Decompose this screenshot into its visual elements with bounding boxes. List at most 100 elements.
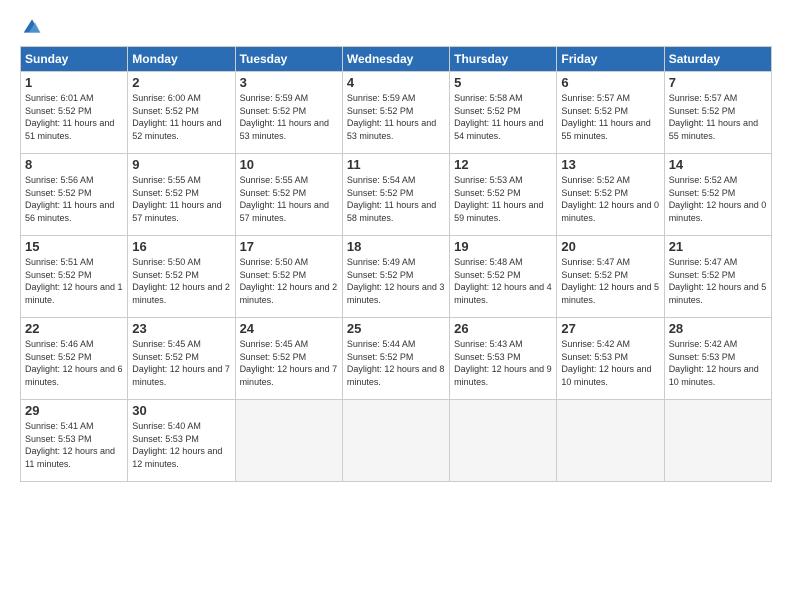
day-info: Sunrise: 5:44 AMSunset: 5:52 PMDaylight:… xyxy=(347,338,445,388)
day-header-sunday: Sunday xyxy=(21,47,128,72)
day-number: 27 xyxy=(561,321,659,336)
day-cell: 30 Sunrise: 5:40 AMSunset: 5:53 PMDaylig… xyxy=(128,400,235,482)
day-cell: 19 Sunrise: 5:48 AMSunset: 5:52 PMDaylig… xyxy=(450,236,557,318)
day-header-thursday: Thursday xyxy=(450,47,557,72)
day-cell: 17 Sunrise: 5:50 AMSunset: 5:52 PMDaylig… xyxy=(235,236,342,318)
day-info: Sunrise: 6:01 AMSunset: 5:52 PMDaylight:… xyxy=(25,92,123,142)
day-info: Sunrise: 5:56 AMSunset: 5:52 PMDaylight:… xyxy=(25,174,123,224)
day-cell: 25 Sunrise: 5:44 AMSunset: 5:52 PMDaylig… xyxy=(342,318,449,400)
day-header-tuesday: Tuesday xyxy=(235,47,342,72)
page: SundayMondayTuesdayWednesdayThursdayFrid… xyxy=(0,0,792,612)
day-cell: 28 Sunrise: 5:42 AMSunset: 5:53 PMDaylig… xyxy=(664,318,771,400)
day-cell: 5 Sunrise: 5:58 AMSunset: 5:52 PMDayligh… xyxy=(450,72,557,154)
day-number: 16 xyxy=(132,239,230,254)
day-info: Sunrise: 5:52 AMSunset: 5:52 PMDaylight:… xyxy=(561,174,659,224)
day-info: Sunrise: 5:50 AMSunset: 5:52 PMDaylight:… xyxy=(132,256,230,306)
day-header-saturday: Saturday xyxy=(664,47,771,72)
day-cell: 8 Sunrise: 5:56 AMSunset: 5:52 PMDayligh… xyxy=(21,154,128,236)
day-number: 15 xyxy=(25,239,123,254)
day-cell: 26 Sunrise: 5:43 AMSunset: 5:53 PMDaylig… xyxy=(450,318,557,400)
week-row-3: 15 Sunrise: 5:51 AMSunset: 5:52 PMDaylig… xyxy=(21,236,772,318)
calendar-header-row: SundayMondayTuesdayWednesdayThursdayFrid… xyxy=(21,47,772,72)
day-header-monday: Monday xyxy=(128,47,235,72)
day-info: Sunrise: 5:47 AMSunset: 5:52 PMDaylight:… xyxy=(561,256,659,306)
day-info: Sunrise: 5:55 AMSunset: 5:52 PMDaylight:… xyxy=(240,174,338,224)
day-cell: 14 Sunrise: 5:52 AMSunset: 5:52 PMDaylig… xyxy=(664,154,771,236)
day-cell: 18 Sunrise: 5:49 AMSunset: 5:52 PMDaylig… xyxy=(342,236,449,318)
day-cell: 23 Sunrise: 5:45 AMSunset: 5:52 PMDaylig… xyxy=(128,318,235,400)
calendar-table: SundayMondayTuesdayWednesdayThursdayFrid… xyxy=(20,46,772,482)
day-cell: 9 Sunrise: 5:55 AMSunset: 5:52 PMDayligh… xyxy=(128,154,235,236)
day-number: 8 xyxy=(25,157,123,172)
day-info: Sunrise: 6:00 AMSunset: 5:52 PMDaylight:… xyxy=(132,92,230,142)
day-number: 17 xyxy=(240,239,338,254)
day-number: 13 xyxy=(561,157,659,172)
day-cell: 7 Sunrise: 5:57 AMSunset: 5:52 PMDayligh… xyxy=(664,72,771,154)
day-info: Sunrise: 5:47 AMSunset: 5:52 PMDaylight:… xyxy=(669,256,767,306)
day-info: Sunrise: 5:45 AMSunset: 5:52 PMDaylight:… xyxy=(240,338,338,388)
day-cell xyxy=(342,400,449,482)
day-number: 30 xyxy=(132,403,230,418)
day-info: Sunrise: 5:42 AMSunset: 5:53 PMDaylight:… xyxy=(669,338,767,388)
day-header-friday: Friday xyxy=(557,47,664,72)
day-info: Sunrise: 5:57 AMSunset: 5:52 PMDaylight:… xyxy=(561,92,659,142)
day-info: Sunrise: 5:43 AMSunset: 5:53 PMDaylight:… xyxy=(454,338,552,388)
day-number: 10 xyxy=(240,157,338,172)
day-number: 11 xyxy=(347,157,445,172)
week-row-2: 8 Sunrise: 5:56 AMSunset: 5:52 PMDayligh… xyxy=(21,154,772,236)
day-info: Sunrise: 5:57 AMSunset: 5:52 PMDaylight:… xyxy=(669,92,767,142)
day-number: 25 xyxy=(347,321,445,336)
day-info: Sunrise: 5:50 AMSunset: 5:52 PMDaylight:… xyxy=(240,256,338,306)
day-number: 21 xyxy=(669,239,767,254)
day-cell: 3 Sunrise: 5:59 AMSunset: 5:52 PMDayligh… xyxy=(235,72,342,154)
day-number: 23 xyxy=(132,321,230,336)
day-number: 14 xyxy=(669,157,767,172)
day-cell: 4 Sunrise: 5:59 AMSunset: 5:52 PMDayligh… xyxy=(342,72,449,154)
day-cell: 2 Sunrise: 6:00 AMSunset: 5:52 PMDayligh… xyxy=(128,72,235,154)
day-cell xyxy=(557,400,664,482)
day-cell xyxy=(664,400,771,482)
day-number: 28 xyxy=(669,321,767,336)
day-cell: 21 Sunrise: 5:47 AMSunset: 5:52 PMDaylig… xyxy=(664,236,771,318)
day-number: 7 xyxy=(669,75,767,90)
week-row-5: 29 Sunrise: 5:41 AMSunset: 5:53 PMDaylig… xyxy=(21,400,772,482)
day-number: 12 xyxy=(454,157,552,172)
day-info: Sunrise: 5:42 AMSunset: 5:53 PMDaylight:… xyxy=(561,338,659,388)
day-header-wednesday: Wednesday xyxy=(342,47,449,72)
day-cell: 24 Sunrise: 5:45 AMSunset: 5:52 PMDaylig… xyxy=(235,318,342,400)
header xyxy=(20,16,772,36)
day-number: 24 xyxy=(240,321,338,336)
week-row-4: 22 Sunrise: 5:46 AMSunset: 5:52 PMDaylig… xyxy=(21,318,772,400)
day-cell xyxy=(450,400,557,482)
day-info: Sunrise: 5:46 AMSunset: 5:52 PMDaylight:… xyxy=(25,338,123,388)
day-number: 18 xyxy=(347,239,445,254)
day-cell: 29 Sunrise: 5:41 AMSunset: 5:53 PMDaylig… xyxy=(21,400,128,482)
day-info: Sunrise: 5:41 AMSunset: 5:53 PMDaylight:… xyxy=(25,420,123,470)
day-info: Sunrise: 5:51 AMSunset: 5:52 PMDaylight:… xyxy=(25,256,123,306)
day-number: 6 xyxy=(561,75,659,90)
day-number: 1 xyxy=(25,75,123,90)
calendar-body: 1 Sunrise: 6:01 AMSunset: 5:52 PMDayligh… xyxy=(21,72,772,482)
day-info: Sunrise: 5:59 AMSunset: 5:52 PMDaylight:… xyxy=(240,92,338,142)
day-number: 5 xyxy=(454,75,552,90)
day-number: 26 xyxy=(454,321,552,336)
day-cell: 6 Sunrise: 5:57 AMSunset: 5:52 PMDayligh… xyxy=(557,72,664,154)
day-number: 2 xyxy=(132,75,230,90)
day-cell: 27 Sunrise: 5:42 AMSunset: 5:53 PMDaylig… xyxy=(557,318,664,400)
day-number: 3 xyxy=(240,75,338,90)
day-info: Sunrise: 5:53 AMSunset: 5:52 PMDaylight:… xyxy=(454,174,552,224)
day-info: Sunrise: 5:40 AMSunset: 5:53 PMDaylight:… xyxy=(132,420,230,470)
day-cell xyxy=(235,400,342,482)
day-number: 20 xyxy=(561,239,659,254)
day-info: Sunrise: 5:49 AMSunset: 5:52 PMDaylight:… xyxy=(347,256,445,306)
day-cell: 20 Sunrise: 5:47 AMSunset: 5:52 PMDaylig… xyxy=(557,236,664,318)
day-cell: 11 Sunrise: 5:54 AMSunset: 5:52 PMDaylig… xyxy=(342,154,449,236)
day-number: 9 xyxy=(132,157,230,172)
day-number: 29 xyxy=(25,403,123,418)
day-cell: 10 Sunrise: 5:55 AMSunset: 5:52 PMDaylig… xyxy=(235,154,342,236)
day-cell: 22 Sunrise: 5:46 AMSunset: 5:52 PMDaylig… xyxy=(21,318,128,400)
day-info: Sunrise: 5:45 AMSunset: 5:52 PMDaylight:… xyxy=(132,338,230,388)
day-info: Sunrise: 5:54 AMSunset: 5:52 PMDaylight:… xyxy=(347,174,445,224)
day-cell: 15 Sunrise: 5:51 AMSunset: 5:52 PMDaylig… xyxy=(21,236,128,318)
day-cell: 16 Sunrise: 5:50 AMSunset: 5:52 PMDaylig… xyxy=(128,236,235,318)
